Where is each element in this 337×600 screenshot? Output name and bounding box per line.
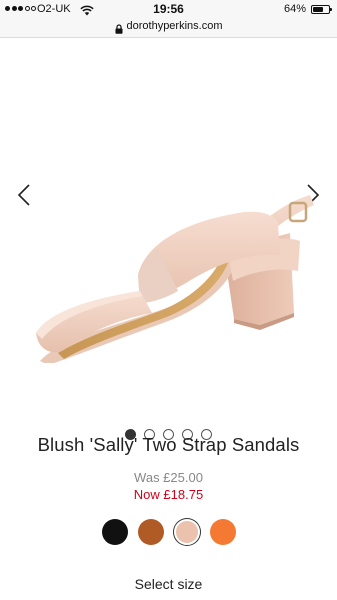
was-price: Was £25.00 xyxy=(134,470,203,485)
color-swatch-black[interactable] xyxy=(101,519,128,545)
color-swatch-tan[interactable] xyxy=(137,519,164,545)
lock-icon xyxy=(115,21,123,34)
battery-icon xyxy=(311,5,332,14)
color-swatches xyxy=(0,519,337,545)
color-swatch-orange[interactable] xyxy=(209,519,236,545)
select-size-button[interactable]: Select size xyxy=(0,576,337,592)
url-text: dorothyperkins.com xyxy=(126,20,223,32)
color-swatch-blush[interactable] xyxy=(173,519,200,545)
product-image-carousel[interactable] xyxy=(0,38,337,440)
status-bar: O2-UK 19:56 64% xyxy=(0,0,337,20)
battery-percent: 64% xyxy=(283,3,306,15)
product-title: Blush 'Sally' Two Strap Sandals xyxy=(37,434,300,455)
product-image xyxy=(36,195,314,363)
address-bar[interactable]: dorothyperkins.com xyxy=(0,20,337,38)
sale-price: Now £18.75 xyxy=(133,487,204,502)
